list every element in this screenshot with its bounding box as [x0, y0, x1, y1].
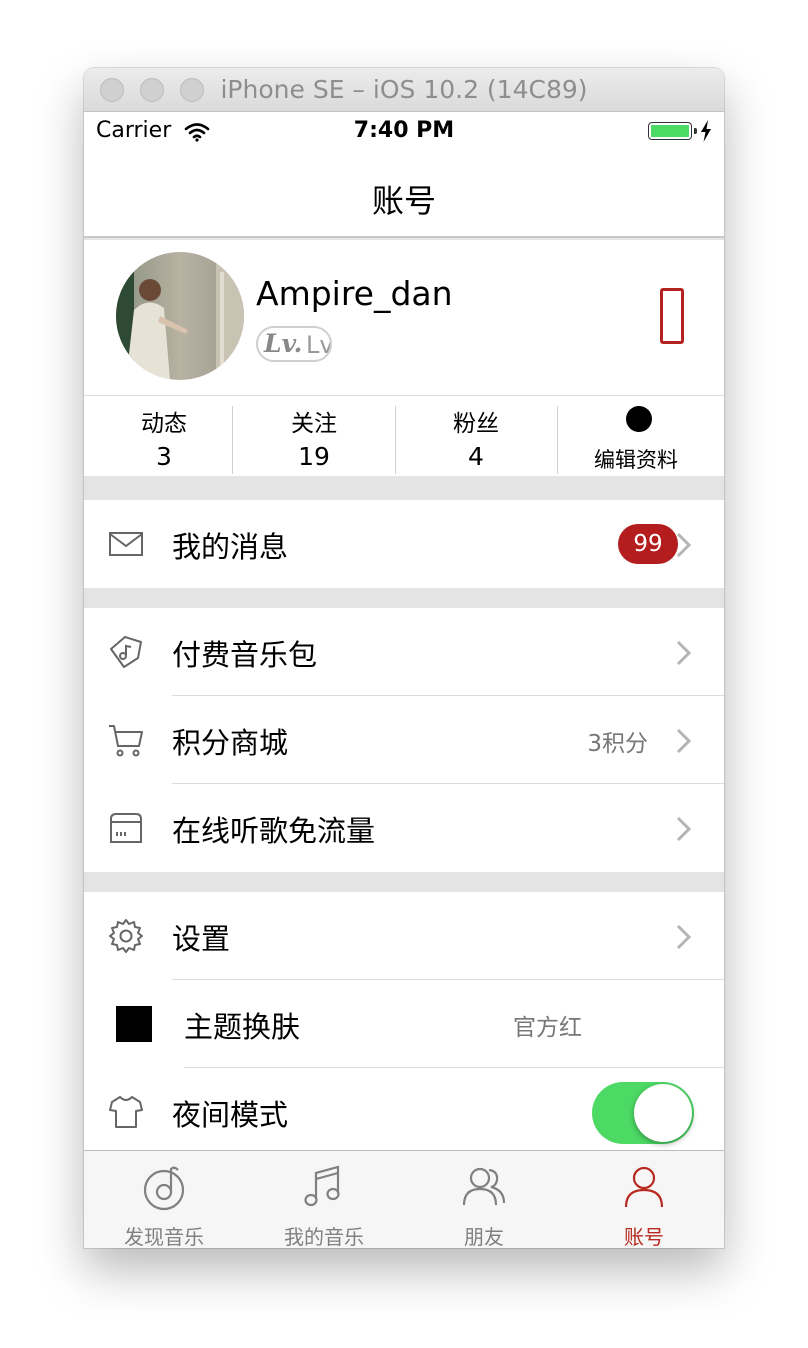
battery-icon: [648, 122, 697, 140]
window-titlebar: iPhone SE – iOS 10.2 (14C89): [84, 68, 724, 112]
menu-item-label: 在线听歌免流量: [172, 814, 376, 848]
chevron-right-icon: [676, 532, 692, 558]
avatar[interactable]: [116, 252, 244, 380]
tab-label: 朋友: [464, 1225, 504, 1248]
cart-icon: [109, 725, 143, 757]
tab-friends[interactable]: 朋友: [404, 1151, 564, 1248]
stat-value: 3: [156, 442, 172, 471]
tab-label: 发现音乐: [124, 1225, 204, 1248]
stat-divider: [232, 406, 233, 474]
menu-item-messages[interactable]: 我的消息 99: [84, 500, 724, 588]
stat-label: 粉丝: [453, 411, 499, 437]
tab-label: 我的音乐: [284, 1225, 364, 1248]
chevron-right-icon: [676, 816, 692, 842]
services-group: 付费音乐包 积分商城 3积分 在线听歌免流量: [84, 608, 724, 872]
stats-bar: 动态 3 关注 19 粉丝 4 编辑资料: [84, 396, 724, 476]
status-bar: Carrier 7:40 PM: [84, 112, 724, 152]
tab-label: 账号: [624, 1225, 664, 1248]
status-time: 7:40 PM: [353, 118, 455, 143]
stat-value: 4: [468, 442, 484, 471]
profile-header[interactable]: Ampire_dan Lv. Lv: [84, 240, 724, 396]
menu-item-label: 夜间模式: [172, 1098, 289, 1132]
stat-label: 关注: [291, 411, 337, 437]
music-note-icon: [304, 1165, 340, 1207]
stat-label: 动态: [141, 411, 187, 437]
menu-item-paid-music[interactable]: 付费音乐包: [84, 608, 724, 696]
theme-swatch-icon: [116, 1006, 152, 1042]
edit-profile-label: 编辑资料: [594, 448, 678, 472]
page-title: 账号: [371, 182, 436, 220]
tab-discover-music[interactable]: 发现音乐: [84, 1151, 244, 1248]
menu-item-detail: 3积分: [587, 731, 648, 757]
messages-group: 我的消息 99: [84, 500, 724, 588]
friends-icon: [462, 1167, 506, 1206]
menu-item-night-mode: 夜间模式: [84, 1068, 724, 1156]
edit-profile-icon: [626, 406, 652, 432]
sim-card-icon: [110, 813, 142, 843]
window-title: iPhone SE – iOS 10.2 (14C89): [220, 75, 588, 104]
menu-item-label: 设置: [172, 922, 231, 956]
stat-value: 19: [298, 442, 330, 471]
account-icon: [624, 1166, 664, 1208]
gear-icon: [109, 919, 143, 953]
menu-item-label: 我的消息: [172, 530, 289, 564]
stat-posts[interactable]: 动态 3: [84, 396, 244, 476]
tab-account[interactable]: 账号: [564, 1151, 724, 1248]
charging-bolt-icon: [701, 120, 711, 142]
unread-badge: 99: [618, 524, 678, 564]
music-tag-icon: [110, 636, 142, 668]
discover-icon: [143, 1166, 185, 1211]
tshirt-icon: [109, 1096, 143, 1128]
level-badge: Lv. Lv: [256, 326, 332, 362]
menu-item-theme[interactable]: 主题换肤 官方红: [84, 980, 724, 1068]
level-value: Lv: [306, 331, 332, 359]
menu-item-points-mall[interactable]: 积分商城 3积分: [84, 696, 724, 784]
menu-item-free-data[interactable]: 在线听歌免流量: [84, 784, 724, 872]
phone-screen: Carrier 7:40 PM 账号 Ampire_dan Lv. Lv 动态 …: [84, 112, 724, 1248]
menu-item-label: 付费音乐包: [172, 638, 318, 672]
tab-my-music[interactable]: 我的音乐: [244, 1151, 404, 1248]
menu-item-label: 积分商城: [172, 726, 289, 760]
stat-followers[interactable]: 粉丝 4: [396, 396, 556, 476]
navigation-bar: 账号: [84, 152, 724, 238]
simulator-window: iPhone SE – iOS 10.2 (14C89) Carrier 7:4…: [84, 68, 724, 1248]
toggle-knob: [634, 1084, 692, 1142]
edit-profile-button[interactable]: 编辑资料: [556, 396, 716, 476]
menu-item-settings[interactable]: 设置: [84, 892, 724, 980]
menu-item-detail: 官方红: [513, 1015, 582, 1041]
tab-bar: 发现音乐 我的音乐 朋友 账号: [84, 1150, 724, 1248]
chevron-right-icon: [676, 728, 692, 754]
menu-item-label: 主题换肤: [184, 1010, 301, 1044]
level-prefix: Lv.: [264, 329, 303, 358]
stat-following[interactable]: 关注 19: [234, 396, 394, 476]
night-mode-toggle[interactable]: [592, 1082, 694, 1144]
username: Ampire_dan: [256, 274, 453, 313]
settings-group: 设置 主题换肤 官方红 夜间模式: [84, 892, 724, 1156]
chevron-right-icon: [676, 924, 692, 950]
sign-in-button[interactable]: [660, 288, 684, 344]
mail-icon: [109, 532, 143, 556]
chevron-right-icon: [676, 640, 692, 666]
